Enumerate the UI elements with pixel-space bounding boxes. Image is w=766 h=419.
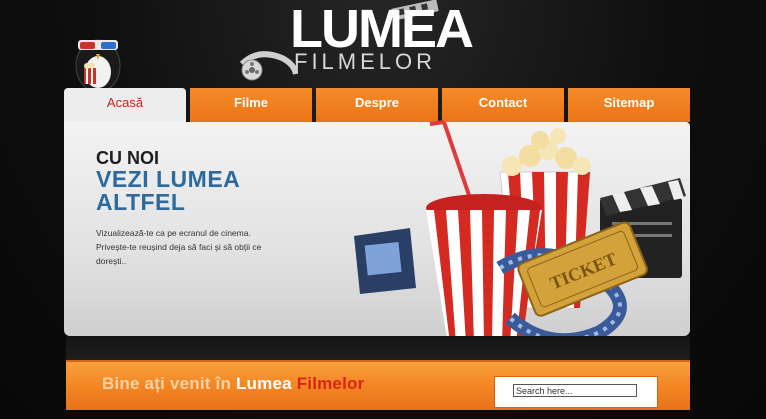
welcome-part-1: Bine ați venit în (102, 374, 236, 393)
nav-item-despre[interactable]: Despre (316, 88, 438, 122)
hero-title: VEZI LUMEA ALTFEL (96, 166, 240, 215)
penguin-mascot-logo (62, 24, 134, 96)
nav-item-sitemap[interactable]: Sitemap (568, 88, 690, 122)
film-strip-icon (354, 228, 416, 294)
divider-band (66, 336, 690, 360)
welcome-heading: Bine ați venit în Lumea Filmelor (102, 374, 364, 394)
search-box (494, 376, 658, 408)
hero-banner: CU NOI VEZI LUMEA ALTFEL Vizualizează-te… (64, 120, 690, 348)
film-reel-icon (239, 51, 298, 81)
logo-title: LUMEA (290, 0, 474, 59)
nav-item-contact[interactable]: Contact (442, 88, 564, 122)
search-input[interactable] (513, 384, 637, 397)
main-navigation: Acasă Filme Despre Contact Sitemap (64, 88, 690, 124)
site-logo[interactable]: LUMEA FILMELOR (238, 0, 478, 84)
welcome-part-3: Filmelor (296, 374, 365, 393)
welcome-bar: Bine ați venit în Lumea Filmelor (66, 360, 690, 410)
nav-item-filme[interactable]: Filme (190, 88, 312, 122)
cinema-illustration: TICKET (354, 120, 686, 348)
logo-subtitle: FILMELOR (294, 49, 437, 74)
welcome-part-2: Lumea (235, 374, 297, 393)
hero-text: Vizualizează-te ca pe ecranul de cinema.… (96, 228, 262, 266)
nav-item-acasa[interactable]: Acasă (64, 88, 186, 124)
